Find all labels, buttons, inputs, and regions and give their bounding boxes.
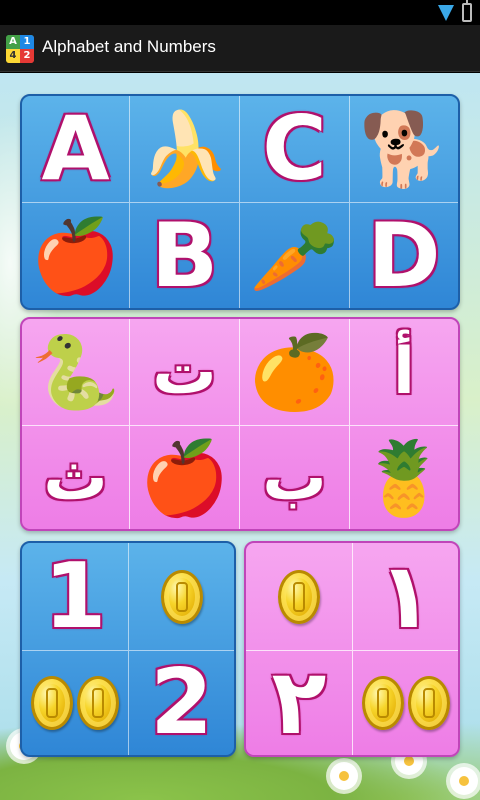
letter-alif: أ — [393, 335, 415, 409]
number-cell-arabic-2[interactable]: ٢ — [246, 651, 353, 755]
letter-taa: ت — [152, 335, 217, 409]
battery-icon — [462, 0, 472, 22]
app-icon-part: 1 — [20, 35, 34, 49]
apple-icon: 🍎 — [139, 435, 230, 520]
number-2: 2 — [150, 650, 213, 755]
letter-thaa: ث — [43, 440, 108, 515]
letter-cell-baa[interactable]: ب — [240, 426, 350, 529]
snake-icon: 🐍 — [30, 330, 121, 414]
status-bar — [0, 0, 480, 25]
coins-cell-2[interactable] — [22, 651, 129, 755]
flower-decoration — [450, 767, 478, 795]
english-numbers-panel[interactable]: 1 2 — [20, 541, 236, 757]
banana-icon: 🍌 — [139, 107, 230, 191]
content-area: A 🍌 C 🐕 🍎 B 🥕 D 🐍 ت 🍊 أ ث 🍎 ب 🍍 1 2 ١ ٢ — [0, 73, 480, 800]
coins-cell-2[interactable] — [353, 651, 458, 755]
coins-cell-1[interactable] — [129, 543, 234, 651]
letter-baa: ب — [262, 440, 327, 515]
pineapple-icon: 🍍 — [359, 435, 449, 520]
banana-cell[interactable]: 🍌 — [130, 96, 240, 203]
snake-cell[interactable]: 🐍 — [22, 319, 130, 426]
coin-icon — [407, 676, 450, 730]
app-icon-part: 2 — [20, 49, 34, 63]
letter-cell-b[interactable]: B — [130, 203, 240, 308]
app-title: Alphabet and Numbers — [42, 37, 216, 56]
pineapple-cell[interactable]: 🍍 — [350, 426, 458, 529]
apple-icon: 🍎 — [30, 213, 121, 298]
action-bar: A 1 4 2 Alphabet and Numbers — [0, 25, 480, 72]
wifi-icon — [438, 5, 454, 21]
coins-group — [361, 676, 450, 730]
coin-icon — [31, 676, 73, 730]
dog-icon: 🐕 — [359, 107, 449, 191]
coins-group — [31, 676, 119, 730]
flower-decoration — [330, 762, 358, 790]
number-arabic-1: ١ — [378, 543, 433, 649]
letter-b: B — [150, 203, 219, 307]
english-alphabet-panel[interactable]: A 🍌 C 🐕 🍎 B 🥕 D — [20, 94, 460, 310]
letter-a: A — [41, 97, 110, 200]
orange-icon: 🍊 — [249, 330, 340, 414]
app-icon-part: A — [6, 35, 20, 49]
apple-cell[interactable]: 🍎 — [22, 203, 130, 308]
number-cell-2[interactable]: 2 — [129, 651, 234, 755]
letter-cell-d[interactable]: D — [350, 203, 458, 308]
coin-icon — [278, 569, 320, 624]
coin-icon — [160, 569, 203, 624]
letter-cell-c[interactable]: C — [240, 96, 350, 203]
coin-icon — [77, 676, 119, 730]
arabic-alphabet-panel[interactable]: 🐍 ت 🍊 أ ث 🍎 ب 🍍 — [20, 317, 460, 531]
letter-c: C — [262, 97, 327, 200]
orange-cell[interactable]: 🍊 — [240, 319, 350, 426]
apple-cell[interactable]: 🍎 — [130, 426, 240, 529]
dog-cell[interactable]: 🐕 — [350, 96, 458, 203]
coin-icon — [361, 676, 404, 730]
number-cell-1[interactable]: 1 — [22, 543, 129, 651]
letter-cell-taa[interactable]: ت — [130, 319, 240, 426]
coins-cell-1[interactable] — [246, 543, 353, 651]
letter-cell-a[interactable]: A — [22, 96, 130, 203]
app-icon[interactable]: A 1 4 2 — [6, 35, 34, 63]
carrot-icon: 🥕 — [249, 213, 340, 298]
letter-d: D — [367, 203, 441, 307]
carrot-cell[interactable]: 🥕 — [240, 203, 350, 308]
number-1: 1 — [43, 543, 107, 649]
arabic-numbers-panel[interactable]: ١ ٢ — [244, 541, 460, 757]
number-cell-arabic-1[interactable]: ١ — [353, 543, 458, 651]
number-arabic-2: ٢ — [271, 650, 327, 755]
letter-cell-alif[interactable]: أ — [350, 319, 458, 426]
letter-cell-thaa[interactable]: ث — [22, 426, 130, 529]
app-icon-part: 4 — [6, 49, 20, 63]
